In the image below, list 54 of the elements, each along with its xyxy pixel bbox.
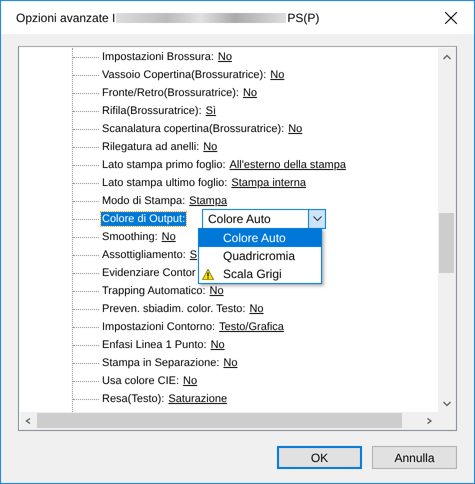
setting-label[interactable]: Assottigliamento: (101, 248, 187, 262)
scroll-down-icon[interactable] (442, 400, 450, 406)
setting-label[interactable]: Lato stampa ultimo foglio: (101, 176, 228, 190)
setting-value[interactable]: Stampa interna (231, 177, 306, 189)
dropdown-option[interactable]: Quadricromia (199, 247, 321, 265)
setting-label[interactable]: Rilegatura ad anelli: (101, 140, 200, 154)
setting-label[interactable]: Rifila(Brossuratrice): (101, 104, 203, 118)
setting-label[interactable]: Vassoio Copertina(Brossuratrice): (101, 68, 268, 82)
setting-value[interactable]: No (242, 87, 257, 99)
scroll-up-icon[interactable] (442, 54, 450, 60)
setting-value[interactable]: Saturazione (168, 393, 228, 405)
ok-button[interactable]: OK (277, 446, 362, 469)
window-title: Opzioni avanzate I (16, 10, 116, 24)
cancel-button[interactable]: Annulla (372, 446, 457, 469)
setting-value[interactable]: S (190, 249, 198, 261)
close-icon (445, 12, 457, 24)
setting-value[interactable]: No (223, 357, 238, 369)
setting-label[interactable]: Impostazioni Contorno: (101, 320, 216, 334)
setting-label[interactable]: Preven. sbiadim. color. Testo: (101, 302, 246, 316)
scrollbar-thumb[interactable] (37, 413, 402, 428)
setting-value[interactable]: Sì (206, 105, 216, 117)
setting-label[interactable]: Evidenziare Contor (101, 266, 197, 280)
setting-value[interactable]: Testo/Grafica (219, 321, 284, 333)
setting-label[interactable]: Scanalatura copertina(Brossuratrice): (101, 122, 286, 136)
dropdown-option[interactable]: Scala Grigi (199, 265, 321, 283)
setting-label[interactable]: Colore di Output: (101, 212, 186, 226)
dropdown-option[interactable]: Colore Auto (199, 229, 321, 247)
setting-value[interactable]: No (183, 375, 198, 387)
setting-value[interactable]: No (249, 303, 264, 315)
window-title: PS(P) (287, 10, 320, 24)
setting-value[interactable]: No (218, 51, 232, 63)
scroll-right-icon[interactable] (426, 418, 434, 424)
setting-label[interactable]: Resa(Testo): (101, 392, 166, 406)
setting-value[interactable]: No (210, 285, 224, 297)
setting-value[interactable]: No (288, 123, 302, 135)
setting-label[interactable]: Impostazioni Brossura: (101, 50, 215, 64)
setting-value[interactable]: No (270, 69, 284, 81)
setting-label[interactable]: Trapping Automatico: (101, 284, 207, 298)
setting-value[interactable]: No (210, 339, 225, 351)
setting-label[interactable]: Stampa in Separazione: (101, 356, 220, 370)
setting-label[interactable]: Modo di Stampa: (101, 194, 186, 208)
setting-label[interactable]: Usa colore CIE: (101, 374, 180, 388)
setting-value[interactable]: No (162, 231, 176, 243)
caret-icon (312, 216, 322, 222)
setting-label[interactable]: Smoothing: (101, 230, 159, 244)
setting-value[interactable]: No (203, 141, 218, 153)
scroll-left-icon[interactable] (24, 418, 32, 424)
setting-label[interactable]: Enfasi Linea 1 Punto: (101, 338, 208, 352)
dropdown-field[interactable]: Colore Auto (202, 209, 326, 229)
scrollbar-thumb[interactable] (439, 213, 454, 273)
setting-value[interactable]: All'esterno della stampa (230, 159, 346, 171)
setting-value[interactable]: Stampa (189, 195, 228, 207)
setting-label[interactable]: Fronte/Retro(Brossuratrice): (101, 86, 240, 100)
setting-label[interactable]: Lato stampa primo foglio: (101, 158, 227, 172)
